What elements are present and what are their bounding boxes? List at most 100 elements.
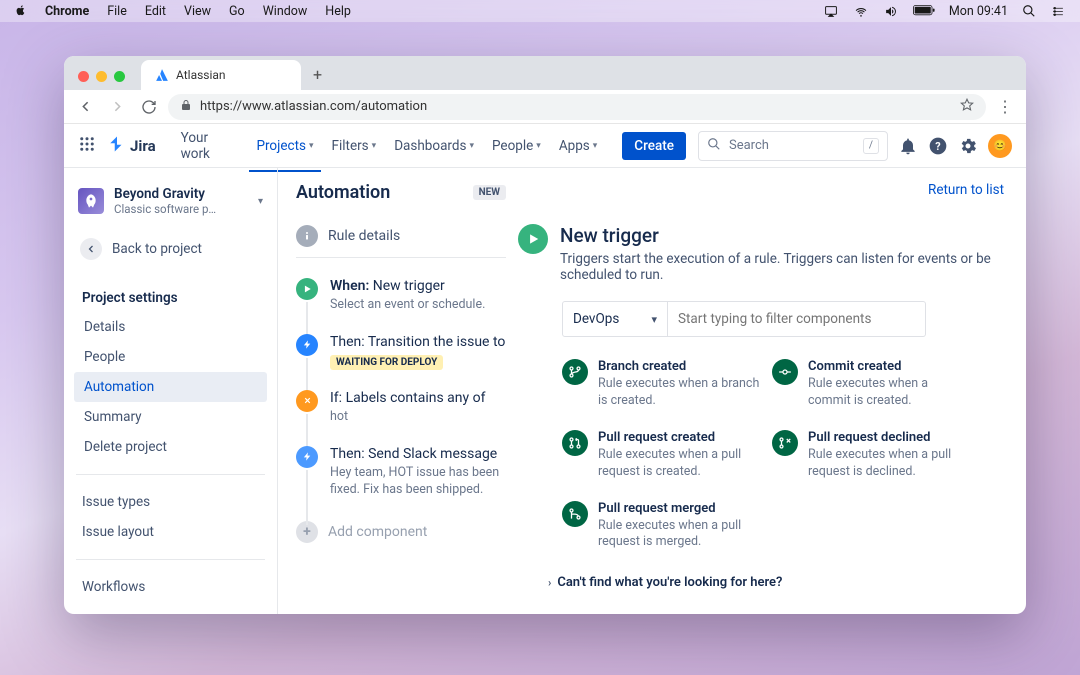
nav-projects[interactable]: Projects▾ bbox=[249, 124, 320, 172]
add-component-button[interactable]: + Add component bbox=[296, 521, 506, 543]
page-title: Automation bbox=[296, 182, 390, 203]
nav-filters[interactable]: Filters▾ bbox=[325, 124, 384, 172]
search-icon bbox=[707, 137, 721, 155]
divider bbox=[76, 474, 265, 475]
category-select[interactable]: DevOps ▾ bbox=[562, 301, 668, 337]
tab-strip: Atlassian + bbox=[64, 56, 1026, 90]
notifications-icon[interactable] bbox=[898, 136, 918, 156]
battery-icon[interactable] bbox=[913, 5, 935, 17]
window-zoom-button[interactable] bbox=[114, 71, 125, 82]
trigger-card-branch-created[interactable]: Branch createdRule executes when a branc… bbox=[562, 359, 762, 410]
mac-app-name[interactable]: Chrome bbox=[45, 4, 89, 19]
search-shortcut-key: / bbox=[863, 138, 879, 154]
user-avatar[interactable]: 😊 bbox=[988, 134, 1012, 158]
new-tab-button[interactable]: + bbox=[301, 65, 334, 90]
sidebar-item-workflows[interactable]: Workflows bbox=[72, 572, 269, 602]
new-badge: NEW bbox=[473, 185, 506, 200]
mac-menu-file[interactable]: File bbox=[107, 4, 127, 19]
window-minimize-button[interactable] bbox=[96, 71, 107, 82]
rule-step-when[interactable]: When: New trigger Select an event or sch… bbox=[296, 278, 506, 314]
jira-app: Jira Your work Projects▾ Filters▾ Dashbo… bbox=[64, 124, 1026, 614]
rule-step-if[interactable]: If: Labels contains any of hot bbox=[296, 390, 506, 426]
back-to-project-link[interactable]: Back to project bbox=[72, 228, 269, 270]
info-icon bbox=[296, 225, 318, 247]
nav-people[interactable]: People▾ bbox=[485, 124, 548, 172]
sidebar-item-issue-layout[interactable]: Issue layout bbox=[72, 517, 269, 547]
rule-builder-column: Automation NEW Rule details When: New tr… bbox=[278, 168, 518, 614]
search-placeholder: Search bbox=[729, 138, 769, 153]
sidebar-item-automation[interactable]: Automation bbox=[74, 372, 267, 402]
create-button[interactable]: Create bbox=[622, 132, 686, 160]
chevron-down-icon: ▾ bbox=[309, 141, 314, 151]
apple-icon[interactable] bbox=[14, 5, 27, 18]
return-to-list-link[interactable]: Return to list bbox=[518, 182, 1004, 198]
commit-icon bbox=[772, 359, 798, 385]
mac-menu-window[interactable]: Window bbox=[263, 4, 308, 19]
jira-logo-icon bbox=[108, 135, 126, 157]
filter-components-input[interactable] bbox=[668, 301, 926, 337]
mac-clock[interactable]: Mon 09:41 bbox=[949, 4, 1008, 19]
jira-product-label: Jira bbox=[130, 137, 156, 155]
project-switcher[interactable]: Beyond Gravity Classic software p… ▾ bbox=[72, 182, 269, 220]
nav-apps[interactable]: Apps▾ bbox=[552, 124, 604, 172]
mac-menu-view[interactable]: View bbox=[184, 4, 211, 19]
jira-header: Jira Your work Projects▾ Filters▾ Dashbo… bbox=[64, 124, 1026, 168]
rule-step-then-slack[interactable]: Then: Send Slack message Hey team, HOT i… bbox=[296, 446, 506, 499]
sidebar-item-summary[interactable]: Summary bbox=[74, 402, 267, 432]
tab-title: Atlassian bbox=[176, 68, 226, 82]
back-button[interactable] bbox=[72, 94, 98, 120]
rocket-icon bbox=[78, 188, 104, 214]
sidebar-item-issue-types[interactable]: Issue types bbox=[72, 487, 269, 517]
trigger-card-pr-declined[interactable]: Pull request declinedRule executes when … bbox=[772, 430, 972, 481]
trigger-card-commit-created[interactable]: Commit createdRule executes when a commi… bbox=[772, 359, 972, 410]
trigger-card-pr-created[interactable]: Pull request createdRule executes when a… bbox=[562, 430, 762, 481]
browser-window: Atlassian + https://www.atlassian.com/au… bbox=[64, 56, 1026, 614]
reload-button[interactable] bbox=[136, 94, 162, 120]
control-center-icon[interactable] bbox=[1050, 5, 1066, 18]
trigger-card-pr-merged[interactable]: Pull request mergedRule executes when a … bbox=[562, 501, 762, 552]
mac-menu-edit[interactable]: Edit bbox=[145, 4, 166, 19]
browser-menu-button[interactable]: ⋮ bbox=[992, 97, 1018, 116]
nav-your-work[interactable]: Your work bbox=[174, 124, 246, 172]
jira-nav: Your work Projects▾ Filters▾ Dashboards▾… bbox=[174, 124, 605, 172]
lock-icon bbox=[180, 99, 192, 115]
trigger-panel-title: New trigger bbox=[560, 224, 1004, 247]
action-icon bbox=[296, 334, 318, 356]
nav-dashboards[interactable]: Dashboards▾ bbox=[387, 124, 481, 172]
mac-menu-go[interactable]: Go bbox=[229, 4, 245, 19]
chevron-down-icon: ▾ bbox=[258, 196, 263, 207]
settings-icon[interactable] bbox=[958, 136, 978, 156]
play-icon bbox=[518, 224, 548, 254]
chevron-down-icon: ▾ bbox=[372, 141, 377, 151]
jira-logo[interactable]: Jira bbox=[108, 135, 156, 157]
spotlight-icon[interactable] bbox=[1022, 4, 1036, 18]
url-input[interactable]: https://www.atlassian.com/automation bbox=[168, 94, 986, 120]
wifi-icon[interactable] bbox=[853, 5, 869, 18]
search-input[interactable]: Search / bbox=[698, 131, 888, 161]
chevron-down-icon: ▾ bbox=[593, 141, 598, 151]
play-icon bbox=[296, 278, 318, 300]
forward-button bbox=[104, 94, 130, 120]
rule-details-row[interactable]: Rule details bbox=[296, 225, 506, 258]
rule-step-then-transition[interactable]: Then: Transition the issue to WAITING FO… bbox=[296, 334, 506, 370]
mac-menu-bar: Chrome File Edit View Go Window Help Mon… bbox=[0, 0, 1080, 22]
app-switcher-icon[interactable] bbox=[78, 135, 96, 157]
browser-tab[interactable]: Atlassian bbox=[141, 60, 301, 90]
sidebar-item-people[interactable]: People bbox=[74, 342, 267, 372]
sidebar-item-details[interactable]: Details bbox=[74, 312, 267, 342]
arrow-left-icon bbox=[80, 238, 102, 260]
sidebar-item-delete[interactable]: Delete project bbox=[74, 432, 267, 462]
screen-mirror-icon[interactable] bbox=[823, 5, 839, 18]
volume-icon[interactable] bbox=[883, 5, 899, 18]
trigger-panel-desc: Triggers start the execution of a rule. … bbox=[560, 251, 1004, 283]
atlassian-favicon-icon bbox=[155, 68, 169, 82]
help-icon[interactable]: ? bbox=[928, 136, 948, 156]
cant-find-expander[interactable]: › Can't find what you're looking for her… bbox=[548, 575, 1004, 590]
trigger-panel: Return to list New trigger Triggers star… bbox=[518, 168, 1026, 614]
url-text: https://www.atlassian.com/automation bbox=[200, 99, 427, 114]
bookmark-star-icon[interactable] bbox=[960, 98, 974, 116]
mac-menu-help[interactable]: Help bbox=[325, 4, 351, 19]
branch-icon bbox=[562, 359, 588, 385]
window-close-button[interactable] bbox=[78, 71, 89, 82]
status-lozenge: WAITING FOR DEPLOY bbox=[330, 355, 443, 370]
